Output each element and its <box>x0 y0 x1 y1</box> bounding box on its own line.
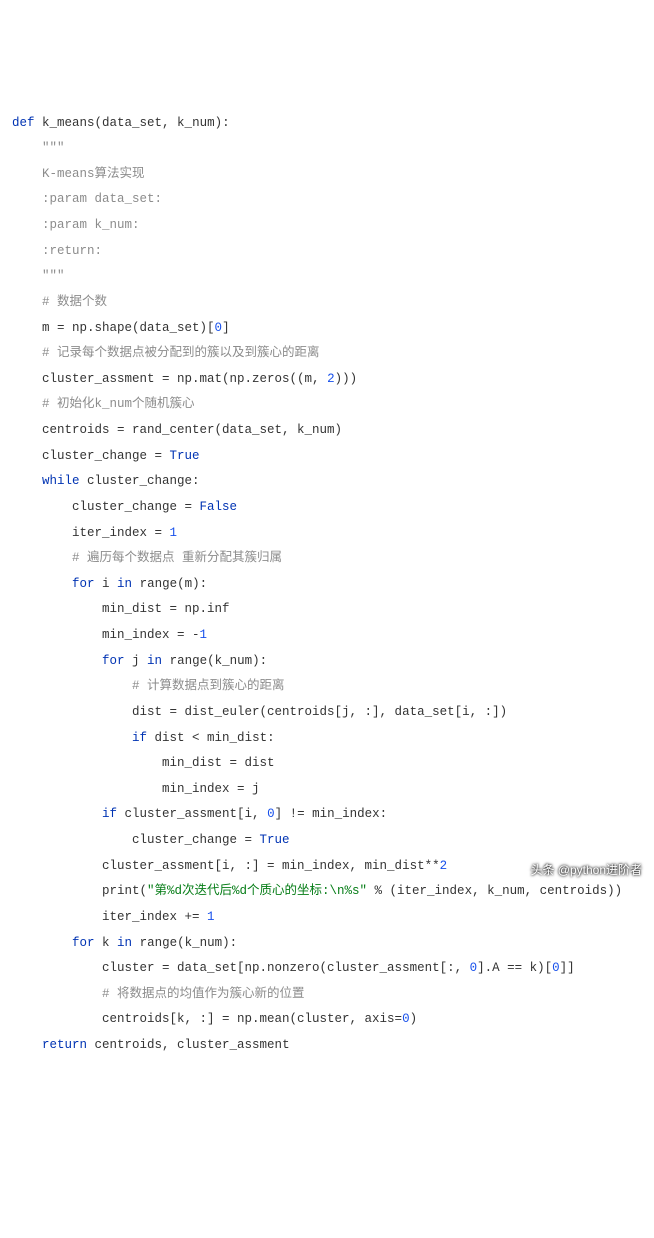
code-line: range(k_num): <box>132 936 237 950</box>
number: 0 <box>215 321 223 335</box>
number: 0 <box>470 961 478 975</box>
code-line: centroids[k, :] = np.mean(cluster, axis= <box>12 1012 402 1026</box>
code-line: dist = dist_euler(centroids[j, :], data_… <box>12 705 507 719</box>
code-line: ] <box>222 321 230 335</box>
keyword-in: in <box>117 577 132 591</box>
code-line: range(k_num): <box>162 654 267 668</box>
comment: # 遍历每个数据点 重新分配其簇归属 <box>12 551 282 565</box>
code-line: cluster_change: <box>80 474 200 488</box>
code-line: cluster_assment[i, <box>117 807 267 821</box>
docstring-line: :param k_num: <box>12 218 140 232</box>
code-line <box>12 654 102 668</box>
code-line: cluster = data_set[np.nonzero(cluster_as… <box>12 961 470 975</box>
keyword-if: if <box>102 807 117 821</box>
code-line <box>12 474 42 488</box>
code-line: k <box>95 936 118 950</box>
bool-true: True <box>170 449 200 463</box>
code-line: ))) <box>335 372 358 386</box>
code-line: ].A == k)[ <box>477 961 552 975</box>
number: 1 <box>200 628 208 642</box>
code-line: ]] <box>560 961 575 975</box>
code-line: dist < min_dist: <box>147 731 275 745</box>
comment: # 数据个数 <box>12 295 107 309</box>
code-line: min_index = - <box>12 628 200 642</box>
code-line <box>12 577 72 591</box>
docstring-line: :return: <box>12 244 102 258</box>
string-literal: "第%d次迭代后%d个质心的坐标:\n%s" <box>147 884 367 898</box>
docstring-open: """ <box>12 141 65 155</box>
number: 2 <box>327 372 335 386</box>
docstring-line: :param data_set: <box>12 192 162 206</box>
keyword-def: def <box>12 116 35 130</box>
code-line: cluster_change = <box>12 449 170 463</box>
code-line: i <box>95 577 118 591</box>
code-line: range(m): <box>132 577 207 591</box>
params: (data_set, k_num): <box>95 116 230 130</box>
keyword-in: in <box>117 936 132 950</box>
code-line: ] != min_index: <box>275 807 388 821</box>
number: 0 <box>267 807 275 821</box>
function-name: k_means <box>42 116 95 130</box>
code-line <box>12 807 102 821</box>
code-line <box>12 731 132 745</box>
code-line: % (iter_index, k_num, centroids)) <box>367 884 622 898</box>
code-line: min_index = j <box>12 782 260 796</box>
comment: # 初始化k_num个随机簇心 <box>12 397 195 411</box>
code-line: iter_index = <box>12 526 170 540</box>
docstring-close: """ <box>12 269 65 283</box>
code-line: m = np.shape(data_set)[ <box>12 321 215 335</box>
keyword-for: for <box>102 654 125 668</box>
keyword-for: for <box>72 577 95 591</box>
code-line: min_dist = dist <box>12 756 275 770</box>
code-line: centroids = rand_center(data_set, k_num) <box>12 423 342 437</box>
code-line <box>12 1038 42 1052</box>
code-line: min_dist = np.inf <box>12 602 230 616</box>
number: 1 <box>170 526 178 540</box>
code-block: def k_means(data_set, k_num): """ K-mean… <box>12 111 642 1059</box>
docstring-line: K-means算法实现 <box>12 167 145 181</box>
watermark-text: 头条 @python进阶者 <box>530 858 642 883</box>
keyword-in: in <box>147 654 162 668</box>
code-line: cluster_change = <box>12 500 200 514</box>
keyword-if: if <box>132 731 147 745</box>
comment: # 将数据点的均值作为簇心新的位置 <box>12 987 305 1001</box>
code-line: iter_index += <box>12 910 207 924</box>
code-line: cluster_assment = np.mat(np.zeros((m, <box>12 372 327 386</box>
code-line: print( <box>12 884 147 898</box>
code-line <box>12 936 72 950</box>
code-line: centroids, cluster_assment <box>87 1038 290 1052</box>
number: 1 <box>207 910 215 924</box>
keyword-for: for <box>72 936 95 950</box>
number: 2 <box>440 859 448 873</box>
number: 0 <box>402 1012 410 1026</box>
bool-false: False <box>200 500 238 514</box>
keyword-while: while <box>42 474 80 488</box>
comment: # 记录每个数据点被分配到的簇以及到簇心的距离 <box>12 346 320 360</box>
number: 0 <box>552 961 560 975</box>
code-line: ) <box>410 1012 418 1026</box>
comment: # 计算数据点到簇心的距离 <box>12 679 285 693</box>
bool-true: True <box>260 833 290 847</box>
keyword-return: return <box>42 1038 87 1052</box>
code-line: cluster_change = <box>12 833 260 847</box>
code-line: j <box>125 654 148 668</box>
code-line: cluster_assment[i, :] = min_index, min_d… <box>12 859 440 873</box>
